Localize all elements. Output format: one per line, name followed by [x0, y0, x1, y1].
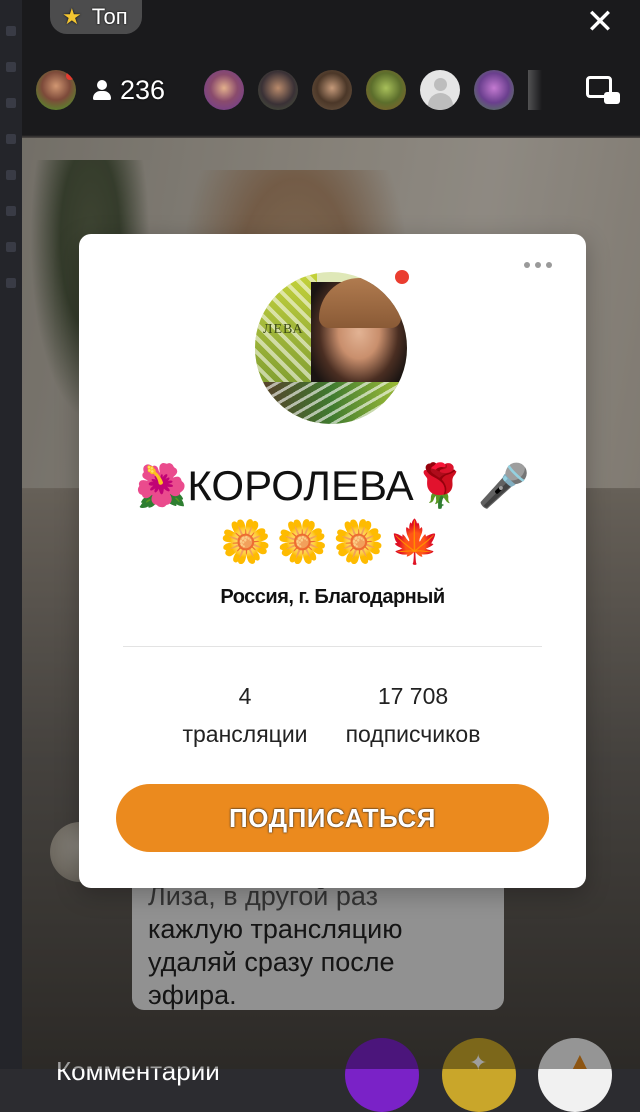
viewer-avatar[interactable] — [312, 70, 352, 110]
divider — [123, 646, 542, 647]
profile-emoji-line: 🌼🌼🌼🍁 — [219, 518, 446, 565]
viewers-row: 236 — [36, 68, 165, 112]
stat-label: трансляции — [182, 721, 308, 747]
stat-subscribers[interactable]: 17 708 подписчиков — [335, 682, 491, 748]
stat-label: подписчиков — [345, 721, 481, 747]
stat-value: 4 — [238, 683, 252, 709]
host-avatar[interactable] — [36, 70, 76, 110]
profile-avatar[interactable]: ЛЕВА — [255, 272, 407, 424]
profile-location: Россия, г. Благодарный — [220, 586, 445, 608]
close-icon[interactable]: ✕ — [582, 4, 618, 40]
online-dot-icon — [395, 270, 409, 284]
avatar-text: ЛЕВА — [263, 322, 304, 337]
viewer-avatar-partial[interactable] — [528, 70, 542, 110]
viewer-avatar[interactable] — [474, 70, 514, 110]
profile-name: 🌺КОРОЛЕВА🌹 🎤 — [135, 462, 530, 509]
viewer-avatar-list — [204, 70, 542, 110]
viewer-avatar[interactable] — [366, 70, 406, 110]
viewer-avatar-placeholder[interactable] — [420, 70, 460, 110]
star-icon: ★ — [62, 4, 82, 29]
viewer-count[interactable]: 236 — [90, 75, 165, 106]
viewer-count-value: 236 — [120, 74, 166, 105]
viewer-avatar[interactable] — [258, 70, 298, 110]
person-icon — [90, 78, 114, 102]
avatar-decoration — [255, 382, 407, 424]
viewer-avatar[interactable] — [204, 70, 244, 110]
top-label: Топ — [91, 4, 128, 29]
top-button[interactable]: ★ Топ — [50, 0, 142, 34]
stat-broadcasts[interactable]: 4 трансляции — [175, 682, 315, 748]
screen-mode-icon[interactable] — [586, 74, 620, 104]
subscribe-button[interactable]: ПОДПИСАТЬСЯ — [116, 784, 549, 852]
stat-value: 17 708 — [377, 683, 449, 709]
more-icon[interactable] — [524, 262, 552, 268]
profile-card: ЛЕВА 🌺КОРОЛЕВА🌹 🎤 🌼🌼🌼🍁 Россия, г. Благод… — [79, 234, 586, 888]
